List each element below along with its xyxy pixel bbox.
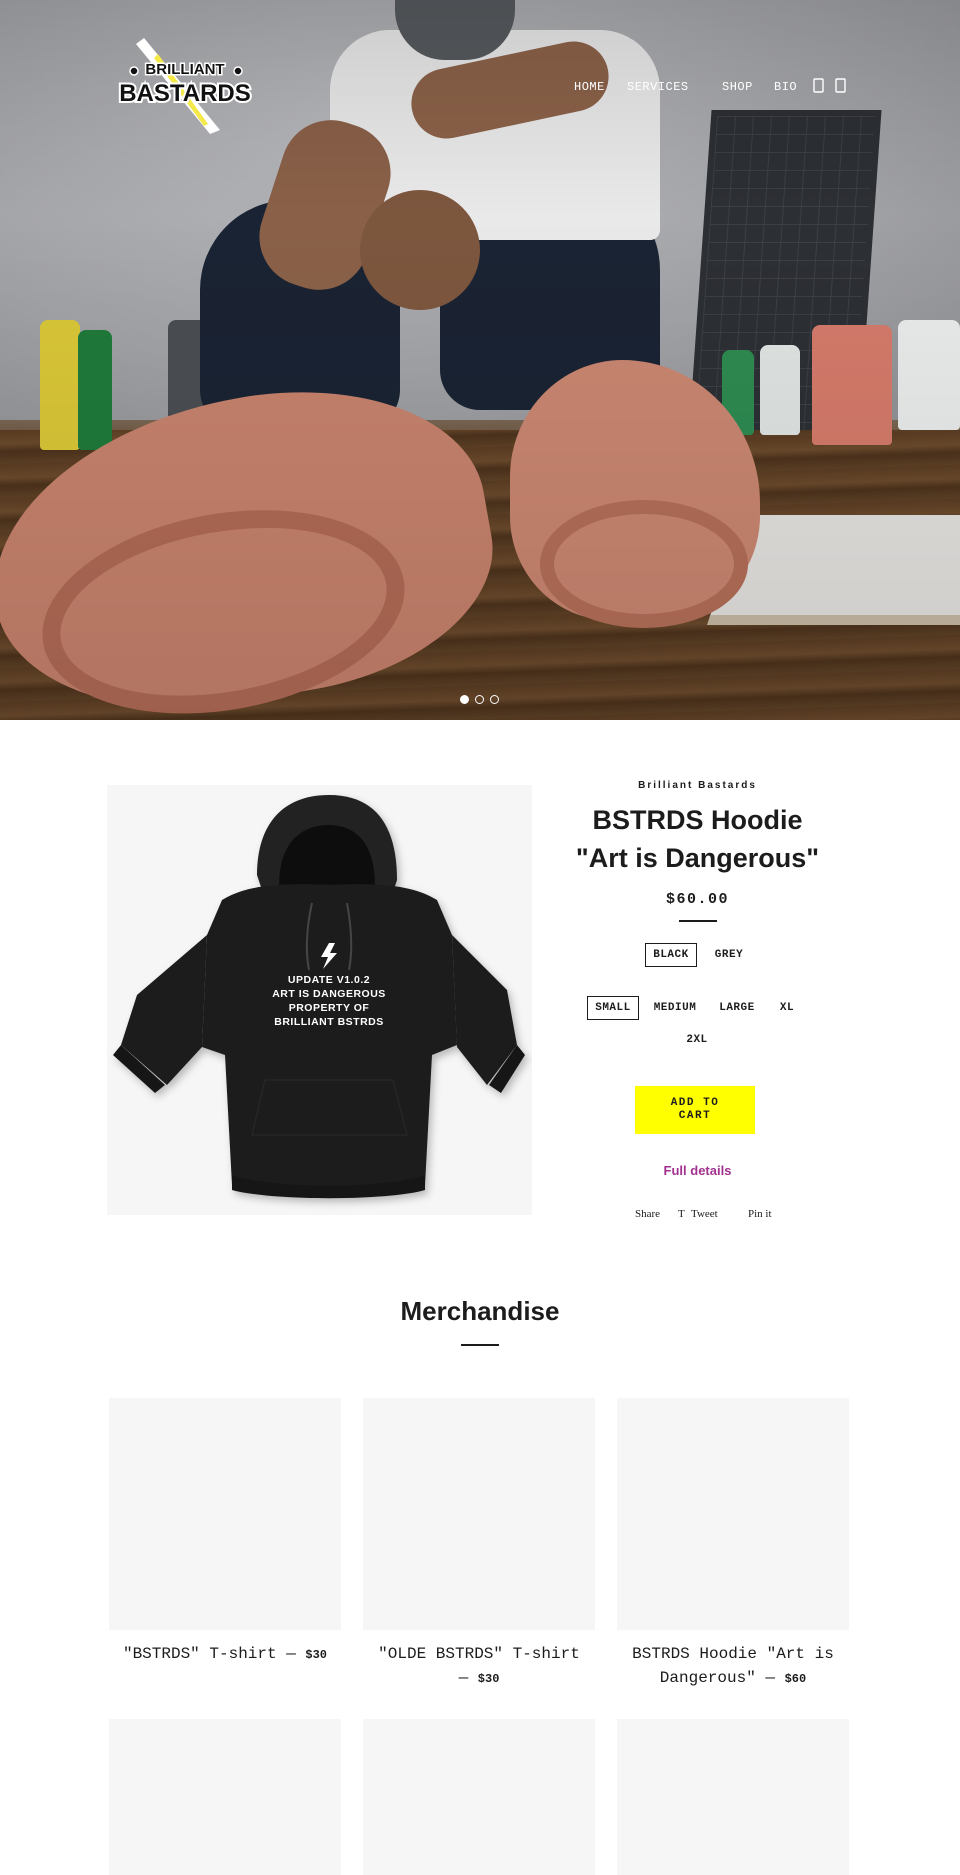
product-card-image[interactable] — [363, 1719, 595, 1875]
full-details-link[interactable]: Full details — [555, 1163, 840, 1178]
add-to-cart-label: ADD TO — [670, 1097, 720, 1109]
hoodie-print-line: PROPERTY OF — [289, 1002, 370, 1014]
nav-services[interactable]: SERVICES — [627, 80, 689, 94]
price-divider — [678, 920, 717, 922]
slideshow-dots — [458, 695, 518, 707]
size-option-large[interactable]: LARGE — [711, 996, 763, 1020]
product-card[interactable]: BSTRDS Hoodie "Art is Dangerous" — $60 — [617, 1398, 849, 1691]
product-price: $60.00 — [665, 891, 729, 908]
size-options: SMALL MEDIUM LARGE XL — [555, 996, 840, 1022]
product-card-name-cont: Dangerous" — [659, 1669, 756, 1687]
add-to-cart-label: CART — [678, 1110, 712, 1122]
tweet-link[interactable]: Tweet — [691, 1208, 718, 1220]
hoodie-illustration: UPDATE V1.0.2 ART IS DANGEROUS PROPERTY … — [113, 795, 525, 1199]
product-card-price: $60 — [784, 1672, 807, 1686]
share-facebook-link[interactable]: Share — [635, 1208, 660, 1220]
product-card-sep: — — [276, 1645, 306, 1663]
slide-dot-3[interactable] — [490, 695, 499, 704]
product-title-line: BSTRDS Hoodie — [592, 805, 803, 835]
pin-it-link[interactable]: Pin it — [748, 1208, 772, 1220]
slide-dot-2[interactable] — [475, 695, 484, 704]
hoodie-print-line: ART IS DANGEROUS — [272, 988, 386, 1000]
product-card-name: BSTRDS Hoodie "Art is — [632, 1645, 834, 1663]
nav-bio[interactable]: BIO — [774, 80, 797, 94]
cart-icon[interactable] — [834, 78, 848, 94]
product-card-price: $30 — [477, 1672, 500, 1686]
slide-dot-1[interactable] — [460, 695, 469, 704]
logo-dot — [233, 66, 243, 76]
product-card-image[interactable] — [617, 1398, 849, 1630]
merch-section-title: Merchandise — [400, 1296, 560, 1326]
product-card-caption[interactable]: "BSTRDS" T-shirt — $30 — [109, 1642, 341, 1667]
product-card-image[interactable] — [109, 1719, 341, 1875]
product-card-name: "BSTRDS" T-shirt — [122, 1645, 277, 1663]
product-card-image[interactable] — [363, 1398, 595, 1630]
size-option-xl[interactable]: XL — [771, 996, 803, 1020]
product-card-name: "OLDE BSTRDS" T-shirt — [378, 1645, 580, 1663]
product-card-sep: — — [755, 1669, 785, 1687]
hoodie-print-line: BRILLIANT BSTRDS — [274, 1016, 384, 1028]
product-card[interactable]: "OLDE BSTRDS" T-shirt — $30 — [363, 1398, 595, 1691]
social-share: Share T Tweet Pin it — [555, 1208, 840, 1222]
color-option-grey[interactable]: GREY — [705, 943, 753, 967]
product-card-price: $30 — [305, 1648, 328, 1662]
product-vendor: Brilliant Bastards — [638, 780, 757, 791]
product-card[interactable]: "BSTRDS" T-shirt — $30 — [109, 1398, 341, 1667]
product-card-caption[interactable]: "OLDE BSTRDS" T-shirt — $30 — [363, 1642, 595, 1691]
hoodie-print-line: UPDATE V1.0.2 — [288, 974, 370, 986]
size-option-small[interactable]: SMALL — [587, 996, 639, 1020]
logo-dot — [129, 66, 139, 76]
main-nav: HOME SERVICES SHOP BIO — [0, 78, 960, 100]
product-info: Brilliant Bastards BSTRDS Hoodie "Art is… — [555, 780, 840, 1220]
product-card-image[interactable] — [617, 1719, 849, 1875]
nav-shop[interactable]: SHOP — [722, 80, 753, 94]
product-image[interactable]: UPDATE V1.0.2 ART IS DANGEROUS PROPERTY … — [107, 785, 532, 1215]
product-card-image[interactable] — [109, 1398, 341, 1630]
size-options-row2: 2XL — [555, 1028, 840, 1054]
add-to-cart-button[interactable]: ADD TO CART — [635, 1086, 755, 1134]
size-option-medium[interactable]: MEDIUM — [647, 996, 703, 1020]
logo-top-text: BRILLIANT — [145, 61, 224, 78]
twitter-icon[interactable]: T — [678, 1208, 685, 1220]
nav-home[interactable]: HOME — [574, 80, 605, 94]
color-option-black[interactable]: BLACK — [645, 943, 697, 967]
merch-divider — [461, 1344, 499, 1346]
product-card-sep: — — [458, 1669, 478, 1687]
color-options: BLACK GREY — [555, 943, 840, 969]
size-option-2xl[interactable]: 2XL — [678, 1028, 716, 1052]
product-title: BSTRDS Hoodie "Art is Dangerous" — [555, 801, 840, 877]
user-icon[interactable] — [812, 78, 826, 94]
product-title-line: "Art is Dangerous" — [575, 843, 820, 873]
product-card-caption[interactable]: BSTRDS Hoodie "Art is Dangerous" — $60 — [617, 1642, 849, 1691]
